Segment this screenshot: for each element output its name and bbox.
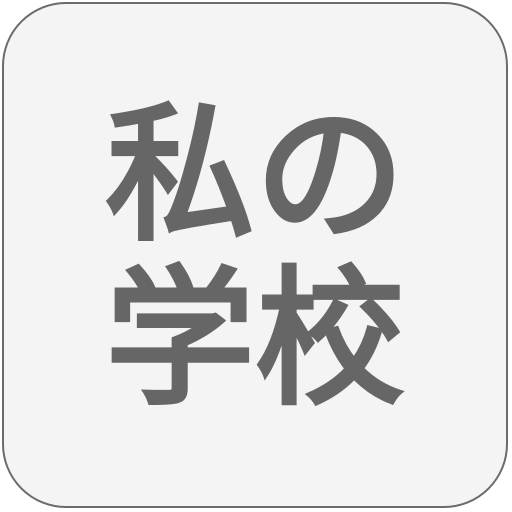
icon-title-line-1: 私の — [104, 89, 405, 263]
icon-title-line-2: 学校 — [104, 253, 405, 427]
app-icon[interactable]: 私の 学校 — [2, 2, 508, 508]
